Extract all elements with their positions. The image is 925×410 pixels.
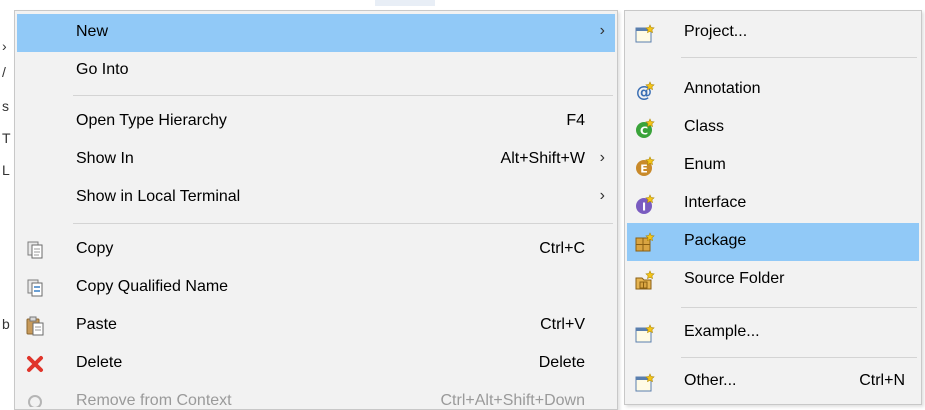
context-menu: New › Go Into Open Type Hierarchy F4 Sho…: [14, 10, 618, 410]
menu-item-remove-from-context[interactable]: Remove from Context Ctrl+Alt+Shift+Down: [17, 383, 615, 407]
submenu-item-example[interactable]: Example...: [627, 314, 919, 352]
menu-item-paste[interactable]: Paste Ctrl+V: [17, 307, 615, 345]
copy-icon: [25, 240, 45, 260]
new-example-icon: [634, 323, 656, 345]
menu-item-label: Go Into: [76, 61, 129, 78]
submenu-item-shortcut: Ctrl+N: [859, 372, 905, 389]
menu-item-label: Open Type Hierarchy: [76, 112, 227, 129]
menu-separator: [73, 95, 613, 96]
menu-item-go-into[interactable]: Go Into: [17, 52, 615, 90]
menu-item-label: New: [76, 23, 109, 40]
new-enum-icon: E: [634, 156, 656, 178]
menu-separator: [681, 307, 917, 308]
submenu-item-label: Example...: [684, 323, 760, 340]
new-other-icon: [634, 372, 656, 394]
submenu-item-label: Package: [684, 232, 747, 249]
menu-item-show-in[interactable]: Show In Alt+Shift+W ›: [17, 141, 615, 179]
new-package-icon: [634, 232, 656, 254]
background-glyph: T: [2, 130, 11, 146]
submenu-arrow-icon: ›: [599, 149, 605, 166]
submenu-item-label: Other...: [684, 372, 737, 389]
new-interface-icon: I: [634, 194, 656, 216]
submenu-item-label: Class: [684, 118, 725, 135]
svg-text:I: I: [642, 201, 646, 214]
background-glyph: b: [2, 316, 10, 332]
menu-item-shortcut: Alt+Shift+W: [500, 150, 585, 167]
new-source-folder-icon: [634, 270, 656, 292]
submenu-item-package[interactable]: Package: [627, 223, 919, 261]
new-submenu: Project... @ Annotation C Class E Enum I…: [624, 10, 922, 405]
submenu-item-project[interactable]: Project...: [627, 14, 919, 52]
menu-item-copy[interactable]: Copy Ctrl+C: [17, 231, 615, 269]
submenu-item-label: Enum: [684, 156, 726, 173]
menu-item-shortcut: Ctrl+V: [540, 316, 585, 333]
submenu-item-label: Source Folder: [684, 270, 785, 287]
background-glyph: /: [2, 64, 6, 80]
svg-text:C: C: [640, 125, 648, 138]
submenu-item-annotation[interactable]: @ Annotation: [627, 71, 919, 109]
submenu-item-label: Annotation: [684, 80, 761, 97]
submenu-item-label: Interface: [684, 194, 747, 211]
menu-item-shortcut: Ctrl+C: [539, 240, 585, 257]
menu-item-label: Copy: [76, 240, 114, 257]
submenu-item-class[interactable]: C Class: [627, 109, 919, 147]
delete-icon: [25, 354, 45, 374]
submenu-item-source-folder[interactable]: Source Folder: [627, 261, 919, 299]
svg-text:E: E: [640, 163, 648, 176]
menu-item-shortcut: Delete: [538, 354, 585, 371]
menu-separator: [73, 223, 613, 224]
background-window-fragment: [375, 0, 435, 6]
background-window-edge: › / s T L b: [0, 0, 14, 405]
menu-item-open-type-hierarchy[interactable]: Open Type Hierarchy F4: [17, 103, 615, 141]
menu-separator: [681, 357, 917, 358]
menu-item-new[interactable]: New ›: [17, 14, 615, 52]
submenu-arrow-icon: ›: [599, 187, 605, 204]
menu-item-label: Show in Local Terminal: [76, 188, 241, 205]
new-project-icon: [634, 23, 656, 45]
menu-item-label: Paste: [76, 316, 117, 333]
menu-separator: [681, 57, 917, 58]
menu-item-show-in-local-terminal[interactable]: Show in Local Terminal ›: [17, 179, 615, 217]
menu-item-shortcut: F4: [566, 112, 585, 129]
submenu-arrow-icon: ›: [599, 22, 605, 39]
new-class-icon: C: [634, 118, 656, 140]
menu-item-label: Delete: [76, 354, 123, 371]
background-glyph: ›: [2, 38, 7, 54]
menu-item-label: Copy Qualified Name: [76, 278, 229, 295]
background-glyph: L: [2, 162, 10, 178]
menu-item-copy-qualified-name[interactable]: Copy Qualified Name: [17, 269, 615, 307]
background-glyph: s: [2, 98, 9, 114]
submenu-item-label: Project...: [684, 23, 748, 40]
menu-item-label: Show In: [76, 150, 134, 167]
copy-qualified-name-icon: [25, 278, 45, 298]
submenu-item-other[interactable]: Other... Ctrl+N: [627, 363, 919, 401]
submenu-item-interface[interactable]: I Interface: [627, 185, 919, 223]
paste-icon: [25, 316, 45, 336]
menu-item-delete[interactable]: Delete Delete: [17, 345, 615, 383]
new-annotation-icon: @: [634, 80, 656, 102]
submenu-item-enum[interactable]: E Enum: [627, 147, 919, 185]
